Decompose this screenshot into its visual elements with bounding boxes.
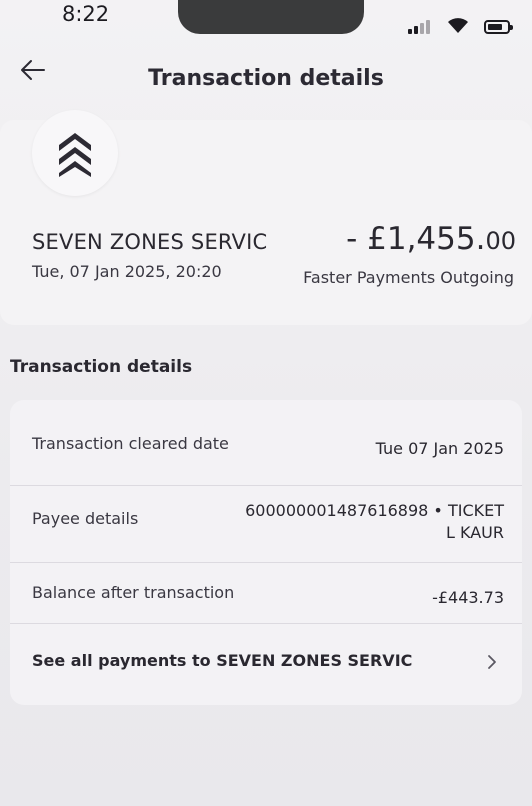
cleared-date-label: Transaction cleared date [32, 434, 229, 453]
see-all-payments-link[interactable]: See all payments to SEVEN ZONES SERVIC [32, 651, 412, 670]
amount-main: - £1,455. [346, 221, 486, 257]
page-title: Transaction details [148, 66, 384, 91]
payment-method: Faster Payments Outgoing [303, 268, 514, 287]
payee-reference: 600000001487616898 • TICKET [245, 501, 504, 520]
balance-value: -£443.73 [432, 588, 504, 607]
balance-label: Balance after transaction [32, 583, 235, 602]
double-chevron-up-icon [59, 133, 91, 177]
battery-icon [484, 20, 513, 34]
merchant-logo [32, 110, 118, 196]
transaction-datetime: Tue, 07 Jan 2025, 20:20 [32, 262, 222, 281]
transaction-amount: - £1,455.00 [346, 221, 516, 257]
chevron-right-icon[interactable] [486, 654, 498, 670]
status-bar: 8:22 [0, 0, 532, 40]
divider [10, 623, 522, 624]
divider [10, 485, 522, 486]
details-section-title: Transaction details [10, 357, 193, 377]
payee-details-label: Payee details [32, 509, 139, 528]
cleared-date-value: Tue 07 Jan 2025 [375, 439, 504, 458]
amount-pence: 00 [485, 227, 516, 255]
divider [10, 562, 522, 563]
payee-details-value: 600000001487616898 • TICKET L KAUR [245, 500, 504, 544]
cellular-signal-icon [408, 18, 436, 34]
merchant-name: SEVEN ZONES SERVIC [32, 230, 268, 254]
status-time: 8:22 [62, 2, 110, 26]
wifi-icon [448, 18, 468, 33]
transaction-details-screen: 8:22 Transaction details SEVEN ZONES SER… [0, 0, 532, 806]
payee-name: L KAUR [446, 523, 504, 542]
camera-notch [178, 0, 364, 34]
